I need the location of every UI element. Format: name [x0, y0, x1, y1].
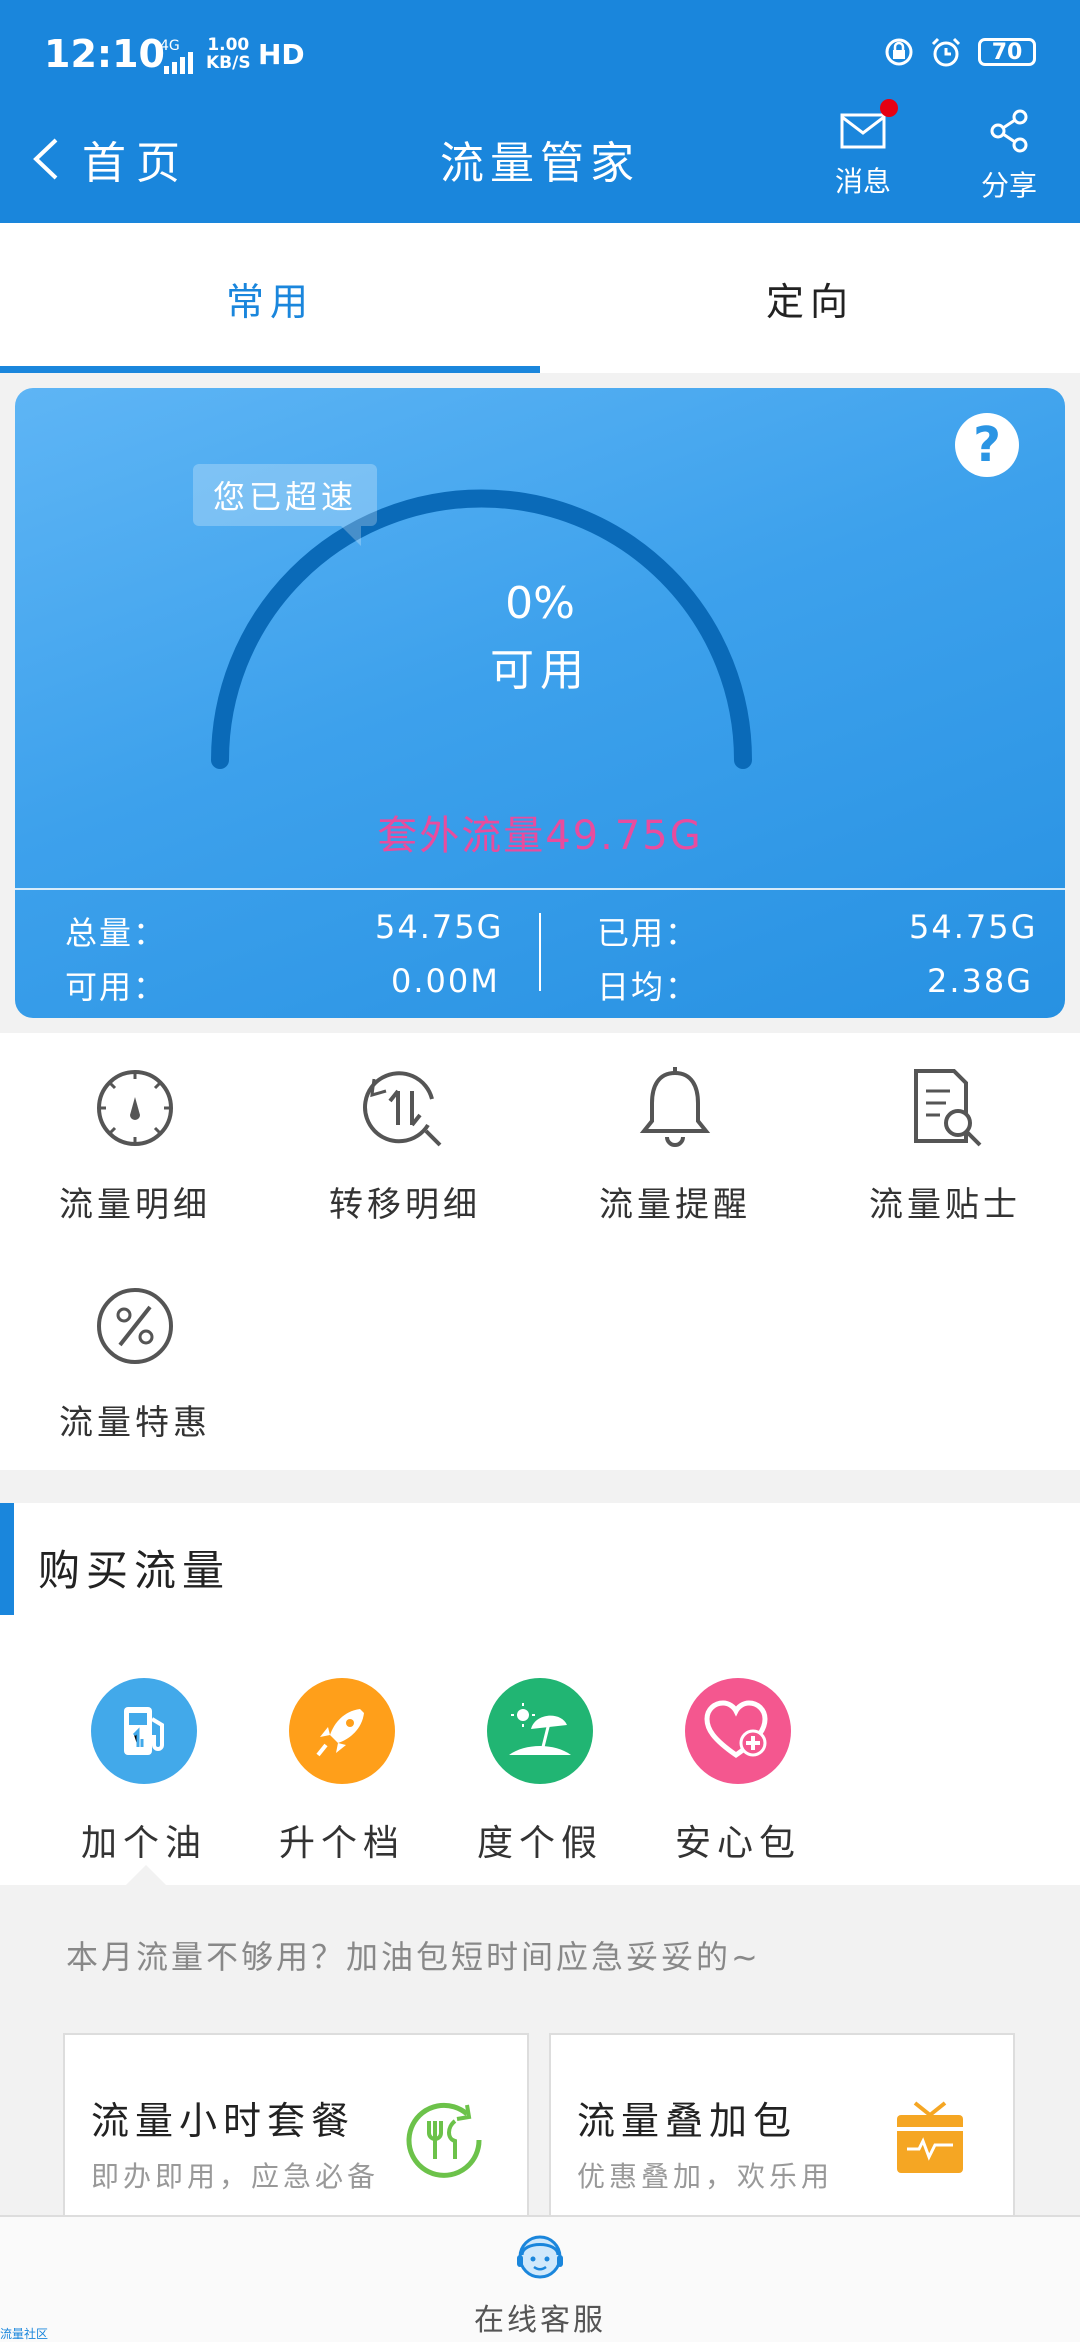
buy-item-upgrade[interactable]: 升个档 [242, 1678, 442, 1866]
mail-icon [840, 113, 886, 149]
buy-item-label: 安心包 [674, 1823, 801, 1864]
used-value: 54.75G [909, 908, 1038, 946]
dial-icon [97, 1070, 173, 1146]
nav-bar: 首页 流量管家 消息 分享 [0, 99, 1080, 223]
menu-item-usage-alert[interactable]: 流量提醒 [540, 1063, 810, 1226]
online-service-label: 在线客服 [474, 2303, 606, 2338]
alarm-icon [931, 37, 961, 67]
available-value: 0.00M [391, 962, 500, 1000]
refuel-tip: 本月流量不够用？加油包短时间应急妥妥的~ [66, 1938, 761, 1976]
menu-item-label: 流量提醒 [599, 1185, 751, 1225]
online-service-button[interactable]: 在线客服 [0, 2229, 1080, 2339]
beach-icon [487, 1678, 593, 1784]
buy-item-label: 度个假 [476, 1823, 603, 1864]
watermark: 流量社区 [0, 2327, 49, 2341]
customer-service-icon [517, 2235, 563, 2279]
stats-divider [15, 888, 1065, 890]
package-title: 流量小时套餐 [91, 2099, 356, 2143]
buy-item-label: 升个档 [278, 1823, 405, 1864]
total-label: 总量： [65, 914, 168, 952]
package-subtitle: 即办即用，应急必备 [91, 2160, 380, 2193]
hd-indicator: HD [258, 38, 305, 71]
battery-icon: 70 [978, 38, 1036, 66]
menu-item-special-offer[interactable]: 流量特惠 [0, 1281, 270, 1444]
buy-section-title: 购买流量 [38, 1546, 231, 1595]
share-icon [990, 109, 1028, 153]
share-label: 分享 [980, 169, 1037, 202]
menu-item-label: 流量特惠 [59, 1403, 211, 1443]
message-label: 消息 [834, 165, 891, 198]
package-card-hourly[interactable]: 流量小时套餐 即办即用，应急必备 [63, 2033, 529, 2233]
document-search-icon [914, 1069, 982, 1147]
status-bar: 12:10 4G 1.00 KB/S HD 70 [0, 0, 1080, 105]
menu-item-label: 转移明细 [329, 1185, 481, 1225]
fuel-pump-icon [91, 1678, 197, 1784]
usage-gauge-arc [211, 489, 752, 769]
package-subtitle: 优惠叠加，欢乐用 [577, 2160, 834, 2193]
bottom-bar: 在线客服 [0, 2215, 1080, 2342]
daily-value: 2.38G [927, 962, 1034, 1000]
section-accent-bar [0, 1503, 14, 1615]
menu-item-label: 流量贴士 [869, 1185, 1021, 1225]
stats-vertical-divider [539, 913, 541, 991]
buy-item-holiday[interactable]: 度个假 [440, 1678, 640, 1866]
signal-icon [164, 52, 193, 74]
message-button[interactable]: 消息 [808, 99, 918, 200]
selected-item-caret [126, 1865, 166, 1885]
package-title: 流量叠加包 [577, 2099, 798, 2143]
tv-box-icon [897, 2101, 963, 2173]
buy-item-peace-pack[interactable]: 安心包 [638, 1678, 838, 1866]
feature-menu: 流量明细 转移明细 流量提醒 流量贴士 流量特惠 [0, 1033, 1080, 1470]
unread-badge [880, 99, 898, 117]
network-speed: 1.00 KB/S [206, 35, 251, 73]
buy-item-refuel[interactable]: 加个油 [44, 1678, 244, 1866]
daily-label: 日均： [597, 968, 700, 1006]
package-card-addon[interactable]: 流量叠加包 优惠叠加，欢乐用 [549, 2033, 1015, 2233]
menu-item-usage-detail[interactable]: 流量明细 [0, 1063, 270, 1226]
page-title: 流量管家 [440, 138, 640, 189]
tab-common[interactable]: 常用 [0, 223, 540, 373]
lock-rotation-icon [885, 38, 913, 66]
overage-text: 套外流量49.75G [377, 813, 703, 859]
clock-dining-icon [406, 2102, 482, 2178]
usage-card: ? 您已超速 0% 可用 套外流量49.75G 总量： 54.75G 可用： 0… [15, 388, 1065, 1018]
menu-item-label: 流量明细 [59, 1185, 211, 1225]
status-time: 12:10 [44, 32, 165, 76]
overspeed-bubble: 您已超速 [193, 464, 378, 546]
usage-available-label: 可用 [490, 645, 590, 696]
buy-item-label: 加个油 [80, 1823, 207, 1864]
available-label: 可用： [65, 968, 168, 1006]
menu-item-usage-tips[interactable]: 流量贴士 [810, 1063, 1080, 1226]
app-header: 12:10 4G 1.00 KB/S HD 70 首页 流量管家 消息 分享 [0, 0, 1080, 223]
used-label: 已用： [597, 914, 700, 952]
share-button[interactable]: 分享 [954, 105, 1064, 204]
system-icons: 70 [884, 36, 1036, 68]
buy-section: 购买流量 加个油 升个档 度个假 安心包 [0, 1503, 1080, 1885]
usage-percent: 0% [505, 578, 575, 629]
tab-directed[interactable]: 定向 [540, 223, 1080, 373]
menu-item-transfer-detail[interactable]: 转移明细 [270, 1063, 540, 1226]
rocket-icon [289, 1678, 395, 1784]
tab-indicator [0, 366, 540, 373]
transfer-search-icon [363, 1071, 442, 1147]
total-value: 54.75G [375, 908, 504, 946]
percent-icon [97, 1288, 173, 1364]
tab-bar: 常用 定向 [0, 223, 1080, 373]
heart-plus-icon [685, 1678, 791, 1784]
bell-icon [639, 1067, 711, 1147]
